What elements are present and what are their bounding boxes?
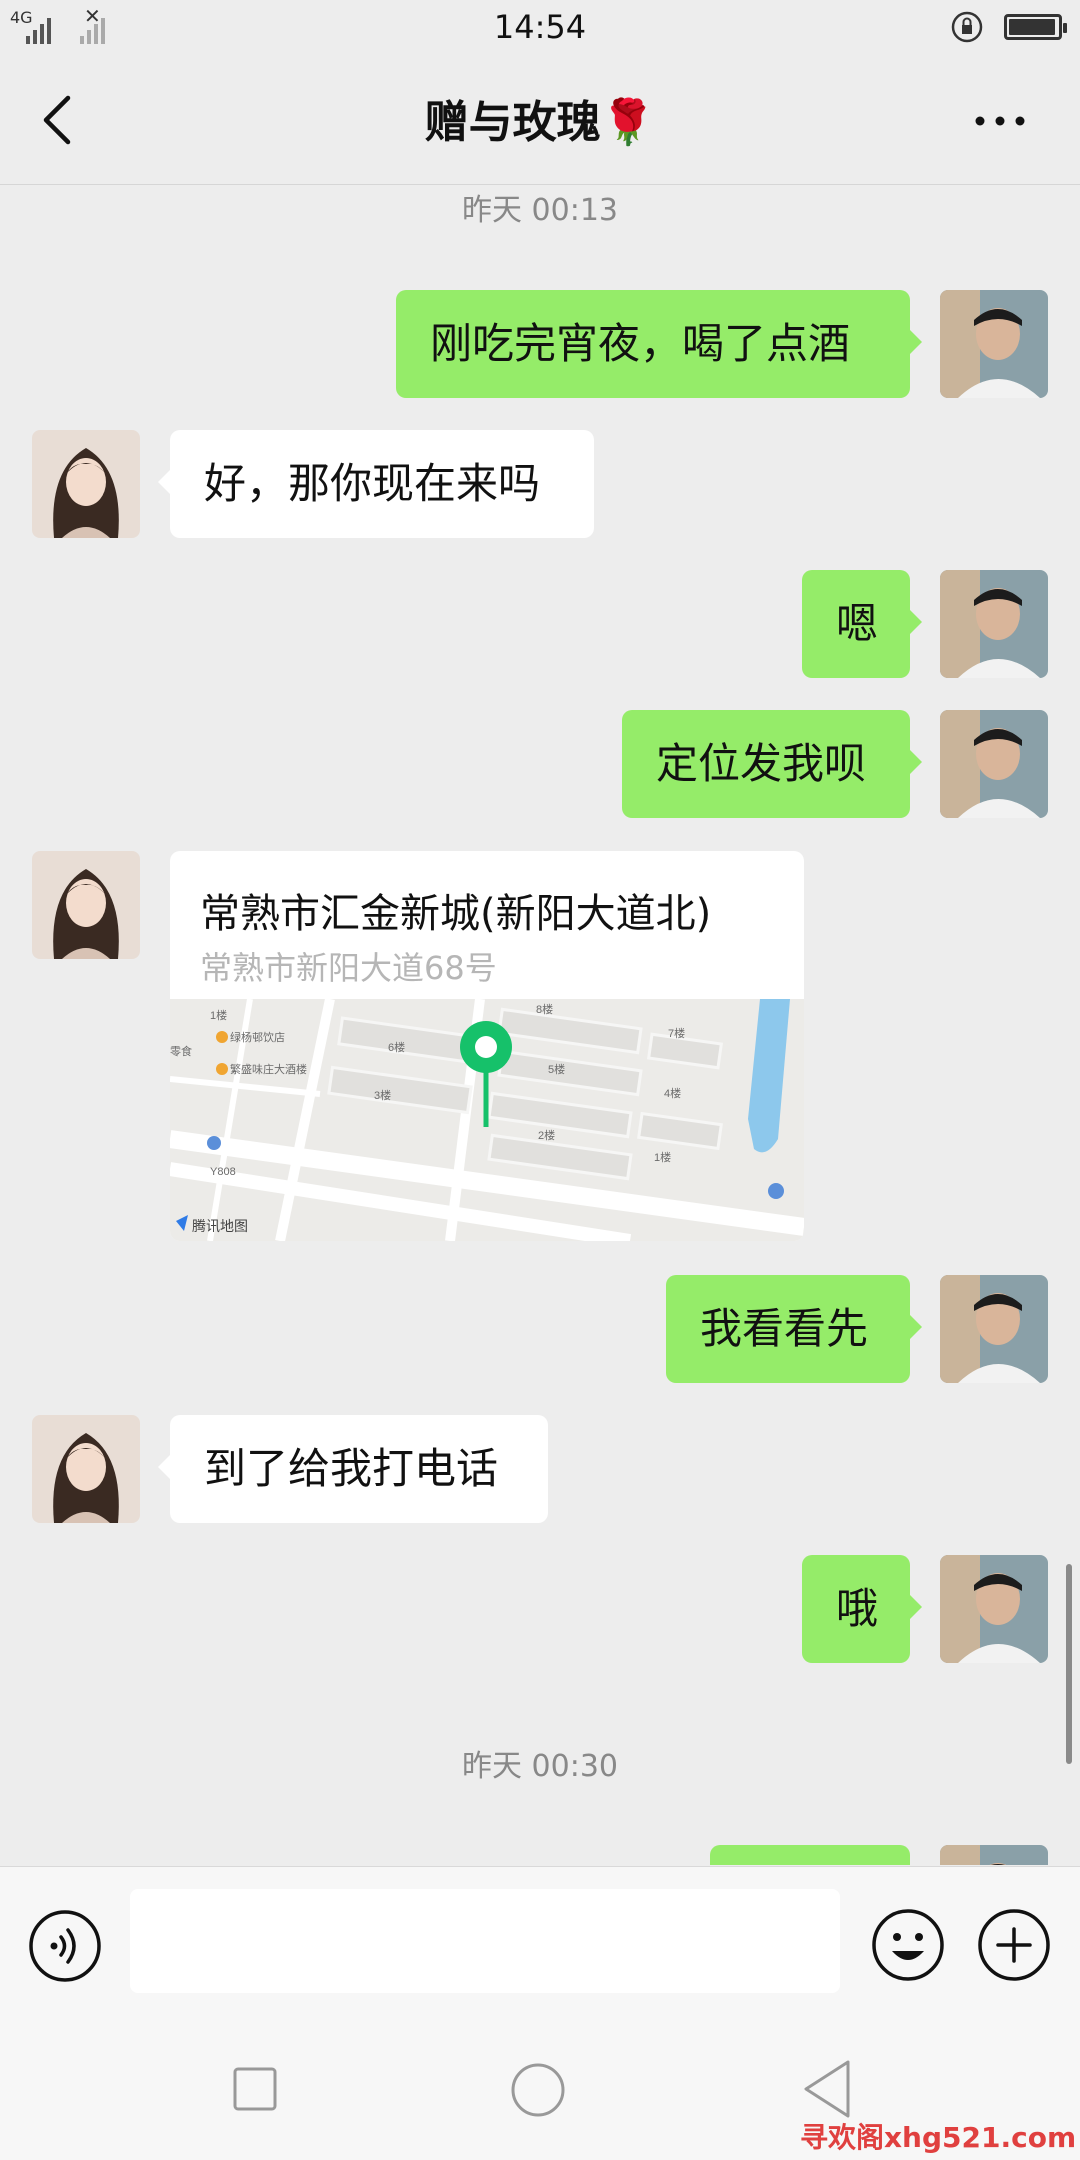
input-bar (0, 1866, 1080, 2015)
message-bubble-sent[interactable]: 我看看先 (666, 1275, 922, 1383)
my-avatar[interactable] (940, 1845, 1048, 1865)
square-icon[interactable] (232, 2066, 278, 2112)
map-label: 3楼 (374, 1088, 391, 1102)
battery-icon (1004, 14, 1067, 40)
contact-avatar[interactable] (32, 1415, 140, 1523)
chat-messages[interactable]: 昨天 00:13 刚吃完宵夜，喝了点酒 好，那你现在来吗 嗯 定位发我呗 常熟市… (0, 185, 1080, 1865)
map-label: 绿杨邨饮店 (230, 1030, 285, 1044)
map-label: 2楼 (538, 1128, 555, 1142)
map-attribution: 腾讯地图 (192, 1218, 248, 1234)
my-avatar[interactable] (940, 710, 1048, 818)
timestamp: 昨天 00:30 (462, 1749, 618, 1784)
location-map-preview[interactable]: 1楼 绿杨邨饮店 零食 繁盛味庄大酒楼 6楼 8楼 7楼 5楼 4楼 3楼 2楼… (170, 999, 804, 1241)
voice-icon[interactable] (28, 1909, 102, 1983)
my-avatar[interactable] (940, 1555, 1048, 1663)
location-title: 常熟市汇金新城(新阳大道北) (200, 891, 712, 937)
watermark: 寻欢阁xhg521.com (800, 2121, 1077, 2154)
map-label: 8楼 (536, 1002, 553, 1016)
location-address: 常熟市新阳大道68号 (200, 949, 497, 987)
my-avatar[interactable] (940, 1275, 1048, 1383)
map-label: 5楼 (548, 1062, 565, 1076)
message-bubble-sent[interactable]: 嗯 (802, 570, 922, 678)
chat-header: 赠与玫瑰🌹 (0, 56, 1080, 185)
map-label: 1楼 (654, 1150, 671, 1164)
location-message-card[interactable]: 常熟市汇金新城(新阳大道北) 常熟市新阳大道68号 1楼 绿杨邨饮店 零食 繁盛… (170, 851, 804, 1241)
scrollbar[interactable] (1066, 1564, 1072, 1764)
emoji-icon[interactable] (870, 1907, 946, 1983)
message-bubble-received[interactable]: 好，那你现在来吗 (158, 430, 594, 538)
more-dots-icon[interactable] (970, 106, 1030, 136)
map-label: 6楼 (388, 1040, 405, 1054)
message-bubble-sent[interactable]: 刚吃完宵夜，喝了点酒 (396, 290, 922, 398)
map-label: 繁盛味庄大酒楼 (230, 1062, 307, 1076)
circle-icon[interactable] (510, 2062, 566, 2118)
message-bubble-sent[interactable]: 定位发我呗 (622, 710, 922, 818)
status-time: 14:54 (493, 8, 587, 46)
message-input[interactable] (130, 1889, 840, 1993)
contact-avatar[interactable] (32, 851, 140, 959)
message-bubble-sent[interactable]: 哦 (802, 1555, 922, 1663)
timestamp: 昨天 00:13 (462, 193, 618, 228)
status-bar: 4G ✕ 14:54 (0, 0, 1080, 56)
contact-avatar[interactable] (32, 430, 140, 538)
map-label: 1楼 (210, 1008, 227, 1022)
plus-icon[interactable] (976, 1907, 1052, 1983)
map-label: Y808 (210, 1166, 236, 1178)
rotation-lock-icon (951, 11, 983, 43)
message-bubble-received[interactable]: 到了给我打电话 (158, 1415, 548, 1523)
message-bubble-sent[interactable] (710, 1845, 910, 1865)
chat-title: 赠与玫瑰🌹 (424, 97, 656, 148)
map-label: 7楼 (668, 1026, 685, 1040)
triangle-back-icon[interactable] (800, 2058, 854, 2120)
my-avatar[interactable] (940, 570, 1048, 678)
map-label: 4楼 (664, 1086, 681, 1100)
my-avatar[interactable] (940, 290, 1048, 398)
map-label: 零食 (170, 1044, 192, 1058)
